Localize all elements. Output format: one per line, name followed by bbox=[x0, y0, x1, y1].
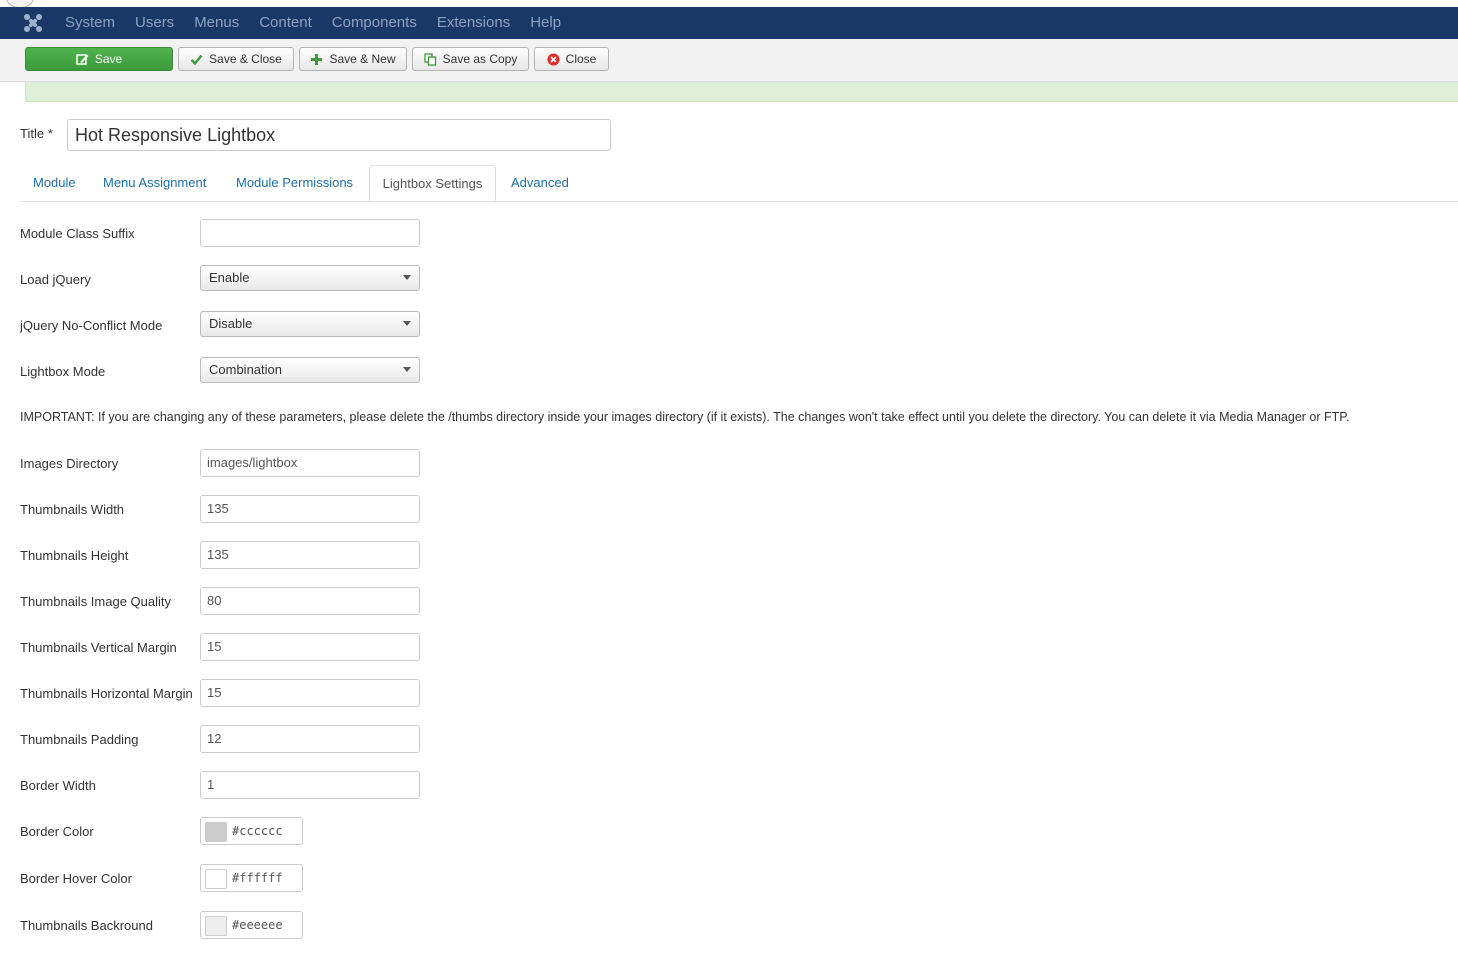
images-directory-label: Images Directory bbox=[20, 456, 119, 471]
tab-menu-assignment[interactable]: Menu Assignment bbox=[103, 165, 206, 201]
plus-icon bbox=[311, 53, 323, 65]
check-icon bbox=[190, 54, 203, 65]
thumb-background-value: #eeeeee bbox=[232, 918, 283, 932]
copy-icon bbox=[423, 52, 436, 66]
save-new-label: Save & New bbox=[329, 52, 396, 66]
edit-icon bbox=[76, 53, 89, 65]
color-swatch[interactable] bbox=[205, 822, 227, 842]
chevron-down-icon bbox=[403, 367, 411, 372]
load-jquery-value: Enable bbox=[209, 270, 250, 285]
save-new-button[interactable]: Save & New bbox=[299, 47, 407, 71]
menu-components[interactable]: Components bbox=[322, 7, 427, 39]
toolbar: Save Save & Close Save & New Save as Cop… bbox=[0, 39, 1458, 82]
thumb-quality-label: Thumbnails Image Quality bbox=[20, 594, 172, 609]
tab-module-permissions[interactable]: Module Permissions bbox=[236, 165, 353, 201]
save-close-button[interactable]: Save & Close bbox=[178, 47, 294, 71]
border-color-value: #cccccc bbox=[232, 824, 283, 838]
thumb-width-label: Thumbnails Width bbox=[20, 502, 125, 517]
tab-module[interactable]: Module bbox=[33, 165, 76, 201]
jquery-noconflict-select[interactable]: Disable bbox=[200, 311, 420, 337]
save-button[interactable]: Save bbox=[25, 47, 173, 71]
thumb-vmargin-input[interactable]: 15 bbox=[200, 633, 420, 661]
border-color-label: Border Color bbox=[20, 824, 94, 839]
lightbox-mode-select[interactable]: Combination bbox=[200, 357, 420, 383]
menu-system[interactable]: System bbox=[55, 7, 125, 39]
jquery-noconflict-label: jQuery No-Conflict Mode bbox=[20, 318, 163, 333]
browser-top-strip bbox=[0, 0, 1458, 8]
jquery-noconflict-value: Disable bbox=[209, 316, 253, 331]
menu-content[interactable]: Content bbox=[249, 7, 322, 39]
lightbox-mode-value: Combination bbox=[209, 362, 282, 377]
thumb-background-picker[interactable]: #eeeeee bbox=[200, 911, 303, 939]
border-hover-color-label: Border Hover Color bbox=[20, 871, 132, 886]
cancel-icon bbox=[547, 53, 560, 65]
border-color-picker[interactable]: #cccccc bbox=[200, 817, 303, 845]
tab-lightbox-settings[interactable]: Lightbox Settings bbox=[369, 165, 496, 201]
menu-extensions[interactable]: Extensions bbox=[427, 7, 520, 39]
save-label: Save bbox=[94, 52, 123, 66]
joomla-logo-icon[interactable] bbox=[23, 13, 43, 33]
thumb-padding-input[interactable]: 12 bbox=[200, 725, 420, 753]
chevron-down-icon bbox=[403, 321, 411, 326]
save-copy-button[interactable]: Save as Copy bbox=[412, 47, 529, 71]
border-hover-color-picker[interactable]: #ffffff bbox=[200, 864, 303, 892]
thumb-hmargin-label: Thumbnails Horizontal Margin bbox=[20, 686, 193, 701]
message-bar bbox=[25, 82, 1458, 102]
admin-navbar: System Users Menus Content Components Ex… bbox=[0, 7, 1458, 39]
color-swatch[interactable] bbox=[205, 869, 227, 889]
title-label: Title * bbox=[20, 126, 53, 141]
module-class-suffix-label: Module Class Suffix bbox=[20, 226, 135, 241]
thumb-hmargin-input[interactable]: 15 bbox=[200, 679, 420, 707]
thumb-height-input[interactable]: 135 bbox=[200, 541, 420, 569]
thumb-width-input[interactable]: 135 bbox=[200, 495, 420, 523]
menu-menus[interactable]: Menus bbox=[184, 7, 249, 39]
module-class-suffix-input[interactable] bbox=[200, 219, 420, 247]
color-swatch[interactable] bbox=[205, 916, 227, 936]
load-jquery-select[interactable]: Enable bbox=[200, 265, 420, 291]
close-button[interactable]: Close bbox=[534, 47, 609, 71]
thumb-height-label: Thumbnails Height bbox=[20, 548, 129, 563]
title-input[interactable]: Hot Responsive Lightbox bbox=[67, 119, 611, 151]
save-copy-label: Save as Copy bbox=[442, 52, 518, 66]
border-width-input[interactable]: 1 bbox=[200, 771, 420, 799]
border-width-label: Border Width bbox=[20, 778, 96, 793]
load-jquery-label: Load jQuery bbox=[20, 272, 91, 287]
border-hover-color-value: #ffffff bbox=[232, 871, 283, 885]
tab-bar: Module Menu Assignment Module Permission… bbox=[20, 165, 1458, 202]
menu-help[interactable]: Help bbox=[520, 7, 571, 39]
lightbox-mode-label: Lightbox Mode bbox=[20, 364, 106, 379]
images-directory-input[interactable]: images/lightbox bbox=[200, 449, 420, 477]
tab-advanced[interactable]: Advanced bbox=[511, 165, 569, 201]
close-label: Close bbox=[565, 52, 597, 66]
thumb-vmargin-label: Thumbnails Vertical Margin bbox=[20, 640, 177, 655]
menu-users[interactable]: Users bbox=[125, 7, 184, 39]
thumb-background-label: Thumbnails Backround bbox=[20, 918, 153, 933]
important-note: IMPORTANT: If you are changing any of th… bbox=[20, 410, 1350, 424]
chevron-down-icon bbox=[403, 275, 411, 280]
thumb-quality-input[interactable]: 80 bbox=[200, 587, 420, 615]
thumb-padding-label: Thumbnails Padding bbox=[20, 732, 139, 747]
save-close-label: Save & Close bbox=[209, 52, 282, 66]
